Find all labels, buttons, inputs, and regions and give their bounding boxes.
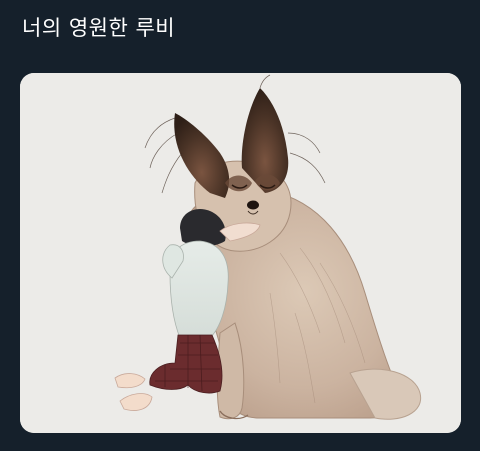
tweet-media-image[interactable] [20, 73, 461, 433]
dog-nose [247, 200, 259, 210]
tweet-page: 너의 영원한 루비 [0, 0, 480, 451]
tweet-text: 너의 영원한 루비 [22, 16, 176, 40]
illustration-image [20, 73, 461, 433]
